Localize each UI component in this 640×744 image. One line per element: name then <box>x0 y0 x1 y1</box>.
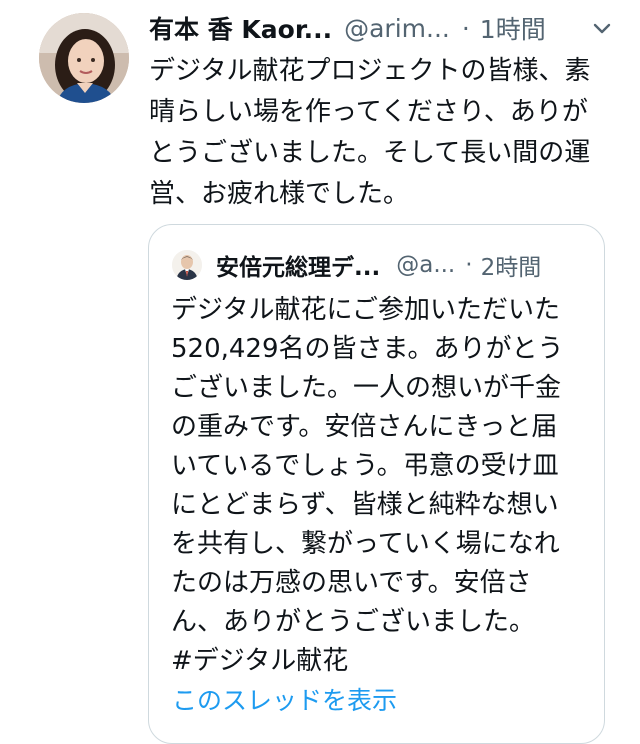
author-display-name[interactable]: 有本 香 Kaor... <box>149 10 332 46</box>
tweet-text: デジタル献花プロジェクトの皆様、素晴らしい場を作ってくださり、ありがとうございま… <box>149 56 591 209</box>
tweet[interactable]: 有本 香 Kaor... @arim... · 1時間 デジタル献花プロジェクト… <box>0 0 640 744</box>
quoted-header-separator: · <box>465 252 473 278</box>
quoted-author-display-name[interactable]: 安倍元総理デ... <box>216 248 380 282</box>
quoted-author-avatar <box>172 250 202 280</box>
author-avatar[interactable] <box>39 13 129 103</box>
quoted-tweet-header: 安倍元総理デ... @a... · 2時間 <box>172 247 592 283</box>
tweet-timestamp[interactable]: 1時間 <box>480 10 546 46</box>
author-handle[interactable]: @arim... <box>344 14 450 43</box>
quoted-tweet-text: デジタル献花にご参加いただいた520,429名の皆さま。ありがとうございました。… <box>171 295 564 676</box>
chevron-down-icon[interactable] <box>588 14 616 42</box>
quoted-author-handle[interactable]: @a... <box>396 252 455 278</box>
show-thread-link[interactable]: このスレッドを表示 <box>172 681 397 717</box>
profile-photo-icon <box>39 13 129 103</box>
tweet-header: 有本 香 Kaor... @arim... · 1時間 <box>149 10 619 46</box>
quoted-tweet-timestamp[interactable]: 2時間 <box>481 248 542 282</box>
header-separator: · <box>461 13 470 43</box>
quoted-tweet[interactable]: 安倍元総理デ... @a... · 2時間 デジタル献花にご参加いただいた520… <box>148 224 605 744</box>
profile-photo-icon <box>172 250 202 280</box>
